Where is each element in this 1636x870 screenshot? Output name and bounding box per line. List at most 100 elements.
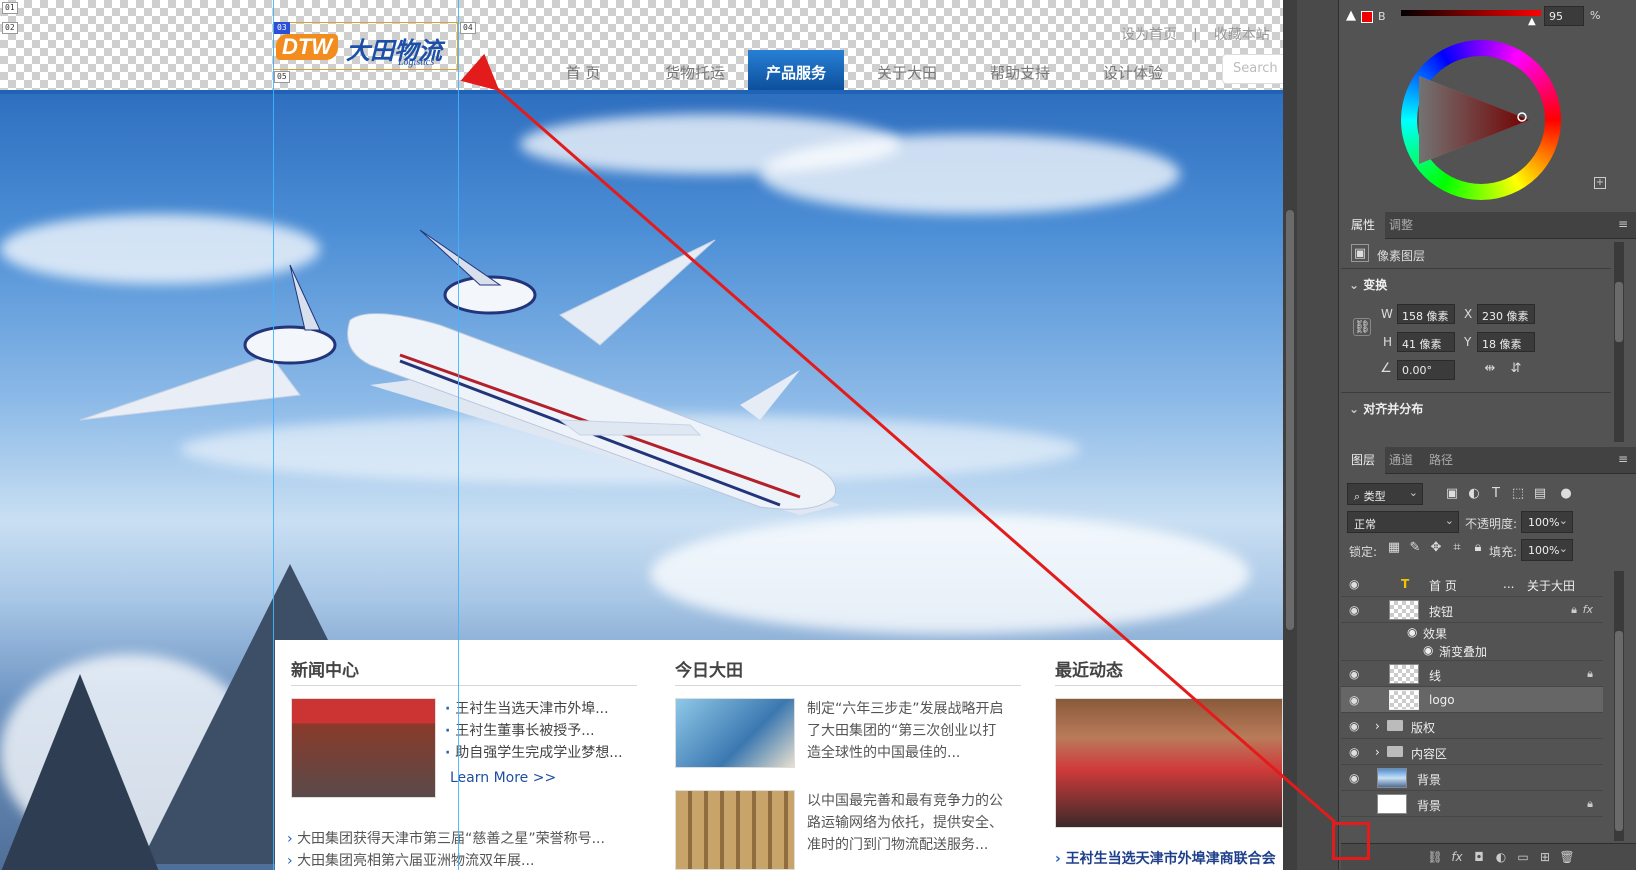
filter-toggle-icon[interactable]: ● bbox=[1557, 485, 1575, 503]
layer-thumbnail bbox=[1377, 794, 1407, 814]
expand-arrow-icon[interactable]: › bbox=[1375, 745, 1380, 759]
nav-design[interactable]: 设计体验 bbox=[1085, 50, 1181, 90]
flip-horizontal-icon[interactable]: ⇹ bbox=[1481, 360, 1499, 378]
warehouse-thumbnail[interactable] bbox=[675, 790, 795, 870]
layer-row[interactable]: ◉ 线 🔒︎ bbox=[1341, 661, 1603, 687]
nav-help[interactable]: 帮助支持 bbox=[972, 50, 1068, 90]
lock-all-icon[interactable]: 🔒︎ bbox=[1469, 539, 1487, 557]
filter-smart-icon[interactable]: ▤ bbox=[1531, 485, 1549, 503]
effect-row[interactable]: ◉ 渐变叠加 bbox=[1341, 641, 1603, 661]
layer-group-row[interactable]: ◉ › 内容区 bbox=[1341, 739, 1603, 765]
nav-shipping[interactable]: 货物托运 bbox=[647, 50, 743, 90]
visibility-eye-icon[interactable]: ◉ bbox=[1423, 643, 1433, 657]
properties-scrollbar[interactable] bbox=[1614, 242, 1624, 442]
y-field[interactable]: 18 像素 bbox=[1477, 332, 1535, 352]
color-triangle[interactable] bbox=[1417, 56, 1545, 184]
height-field[interactable]: 41 像素 bbox=[1397, 332, 1455, 352]
scrollbar-thumb[interactable] bbox=[1286, 210, 1294, 630]
new-group-icon[interactable]: ▭ bbox=[1515, 849, 1531, 865]
transform-section[interactable]: 变换 bbox=[1349, 276, 1387, 293]
news-thumbnail[interactable] bbox=[291, 698, 436, 798]
opacity-field[interactable]: 100% bbox=[1521, 511, 1573, 533]
visibility-eye-icon[interactable]: ◉ bbox=[1349, 745, 1363, 759]
filter-shape-icon[interactable]: ⬚ bbox=[1509, 485, 1527, 503]
brightness-value[interactable]: 95 bbox=[1544, 6, 1584, 26]
lock-move-icon[interactable]: ✥ bbox=[1427, 539, 1445, 557]
align-distribute-section[interactable]: 对齐并分布 bbox=[1349, 400, 1423, 417]
tab-paths[interactable]: 路径 bbox=[1419, 447, 1463, 474]
visibility-eye-icon[interactable]: ◉ bbox=[1349, 771, 1363, 785]
scrollbar-thumb[interactable] bbox=[1615, 631, 1623, 831]
visibility-eye-icon[interactable]: ◉ bbox=[1407, 625, 1417, 639]
learn-more-link[interactable]: Learn More >> bbox=[450, 770, 556, 786]
scrollbar-thumb[interactable] bbox=[1615, 282, 1623, 342]
color-wheel[interactable] bbox=[1401, 40, 1561, 200]
x-field[interactable]: 230 像素 bbox=[1477, 304, 1535, 324]
visibility-eye-icon[interactable]: ◉ bbox=[1349, 667, 1363, 681]
canvas-scrollbar[interactable] bbox=[1283, 0, 1297, 870]
lock-paint-icon[interactable]: ✎ bbox=[1406, 539, 1424, 557]
layer-row[interactable]: ◉ 背景 bbox=[1341, 765, 1603, 791]
color-swatch[interactable] bbox=[1361, 11, 1373, 23]
news-item[interactable]: 王衬生董事长被授予... bbox=[445, 720, 623, 742]
add-icon[interactable]: + bbox=[1594, 177, 1606, 189]
today-thumbnail[interactable] bbox=[675, 698, 795, 768]
news-item[interactable]: 大田集团获得天津市第三届“慈善之星”荣誉称号... bbox=[287, 828, 605, 850]
layer-row[interactable]: ◉ T 首 页 ... 关于大田 bbox=[1341, 571, 1603, 597]
lock-transparent-icon[interactable]: ▦ bbox=[1385, 539, 1403, 557]
visibility-eye-icon[interactable]: ◉ bbox=[1349, 577, 1363, 591]
panel-menu-icon[interactable]: ≡ bbox=[1618, 218, 1630, 230]
layer-row-selected[interactable]: ◉ logo bbox=[1341, 687, 1603, 713]
flip-vertical-icon[interactable]: ⇵ bbox=[1507, 360, 1525, 378]
recent-thumbnail[interactable] bbox=[1055, 698, 1283, 828]
site-logo[interactable]: DTW 大田物流 Logistics bbox=[273, 22, 458, 70]
blend-mode-dropdown[interactable]: 正常 bbox=[1347, 511, 1459, 533]
search-input[interactable]: Search bbox=[1222, 54, 1283, 84]
nav-home[interactable]: 首 页 bbox=[535, 50, 631, 90]
width-field[interactable]: 158 像素 bbox=[1397, 304, 1455, 324]
guide-line[interactable] bbox=[273, 0, 274, 870]
filter-type-icon[interactable]: T bbox=[1487, 485, 1505, 503]
layer-group-row[interactable]: ◉ › 版权 bbox=[1341, 713, 1603, 739]
news-item[interactable]: 大田集团亮相第六届亚洲物流双年展... bbox=[287, 850, 605, 870]
tab-adjustments[interactable]: 调整 bbox=[1379, 212, 1423, 239]
filter-adjust-icon[interactable]: ◐ bbox=[1465, 485, 1483, 503]
visibility-toggle-empty[interactable]: ◉ bbox=[1349, 797, 1363, 811]
slider-knob-icon[interactable]: ▲ bbox=[1528, 16, 1536, 27]
news-item[interactable]: 助自强学生完成学业梦想... bbox=[445, 742, 622, 764]
visibility-eye-icon[interactable]: ◉ bbox=[1349, 693, 1363, 707]
link-layers-icon[interactable]: ⛓ bbox=[1427, 849, 1443, 865]
news-item[interactable]: 王衬生当选天津市外埠... bbox=[445, 698, 623, 720]
fx-icon[interactable]: fx bbox=[1583, 603, 1593, 616]
guide-line[interactable] bbox=[458, 0, 459, 870]
bookmark-link[interactable]: 收藏本站 bbox=[1214, 27, 1270, 43]
filter-pixel-icon[interactable]: ▣ bbox=[1443, 485, 1461, 503]
link-icon[interactable]: ⛓ bbox=[1353, 318, 1371, 336]
set-homepage-link[interactable]: 设为首页 bbox=[1121, 27, 1177, 43]
channel-label: B bbox=[1378, 10, 1386, 23]
angle-field[interactable]: 0.00° bbox=[1397, 360, 1455, 380]
layer-filter-dropdown[interactable]: ⌕ 类型 bbox=[1347, 483, 1423, 505]
delete-layer-icon[interactable]: 🗑︎ bbox=[1559, 849, 1575, 865]
effects-row[interactable]: ◉ 效果 bbox=[1341, 623, 1603, 641]
expand-arrow-icon[interactable]: › bbox=[1375, 719, 1380, 733]
adjustment-layer-icon[interactable]: ◐ bbox=[1493, 849, 1509, 865]
layer-row[interactable]: ◉ 按钮 🔒︎ fx bbox=[1341, 597, 1603, 623]
nav-about[interactable]: 关于大田 bbox=[859, 50, 955, 90]
layers-scrollbar[interactable] bbox=[1614, 571, 1624, 841]
recent-link[interactable]: 王衬生当选天津市外埠津商联合会 bbox=[1055, 848, 1276, 868]
tab-channels[interactable]: 通道 bbox=[1379, 447, 1423, 474]
panel-menu-icon[interactable]: ≡ bbox=[1618, 453, 1630, 465]
add-style-icon[interactable]: fx bbox=[1449, 849, 1465, 865]
add-mask-icon[interactable]: ◘ bbox=[1471, 849, 1487, 865]
fill-field[interactable]: 100% bbox=[1521, 539, 1573, 561]
document-canvas[interactable]: DTW 大田物流 Logistics 01 02 03 04 05 设为首页 | 收… bbox=[0, 0, 1283, 870]
gamut-warning-icon[interactable]: ▲ bbox=[1346, 8, 1356, 23]
lock-artboard-icon[interactable]: ⌗ bbox=[1448, 539, 1466, 557]
visibility-eye-icon[interactable]: ◉ bbox=[1349, 719, 1363, 733]
nav-products[interactable]: 产品服务 bbox=[748, 50, 844, 90]
layer-row[interactable]: ◉ 背景 🔒︎ bbox=[1341, 791, 1603, 817]
new-layer-icon[interactable]: ⊞ bbox=[1537, 849, 1553, 865]
visibility-eye-icon[interactable]: ◉ bbox=[1349, 603, 1363, 617]
brightness-slider[interactable] bbox=[1401, 10, 1541, 16]
